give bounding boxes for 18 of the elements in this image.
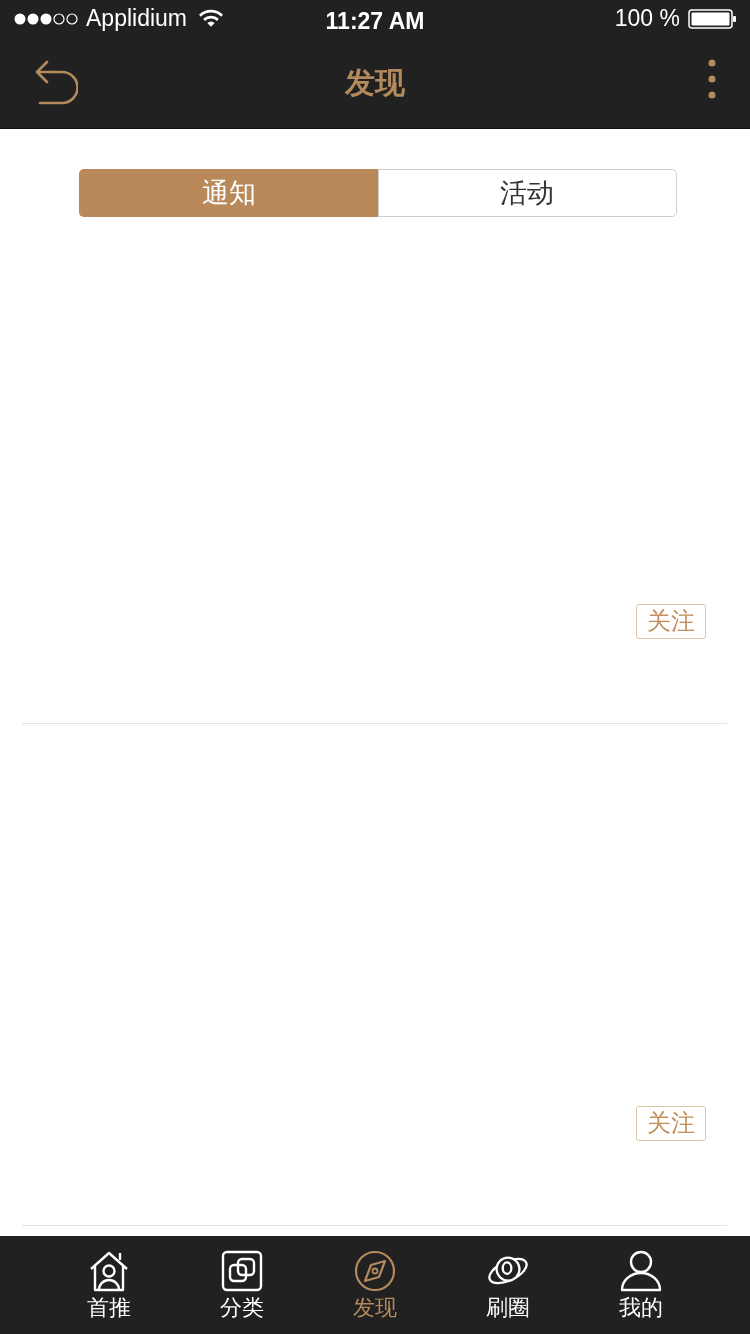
battery-percent: 100 % — [614, 4, 680, 34]
tab-bar-item[interactable]: 首推 — [42, 1236, 176, 1334]
carrier-name: Applidium — [86, 4, 187, 34]
tab-bar-item[interactable]: 分类 — [175, 1236, 309, 1334]
page-title: 发现 — [345, 65, 405, 101]
more-options-icon[interactable] — [708, 58, 716, 99]
wifi-icon — [199, 9, 223, 28]
category-icon — [220, 1250, 263, 1292]
status-time: 11:27 AM — [325, 7, 425, 36]
segment-tab[interactable]: 活动 — [377, 169, 677, 217]
battery-icon — [688, 8, 736, 29]
compass-icon — [354, 1250, 396, 1292]
person-icon — [620, 1250, 663, 1292]
back-icon[interactable] — [34, 59, 78, 106]
tab-bar-item[interactable]: 我的 — [574, 1236, 708, 1334]
signal-icon — [14, 12, 78, 25]
tab-bar-item[interactable]: 发现 — [308, 1236, 442, 1334]
tab-bar-item[interactable]: 刷圈 — [441, 1236, 575, 1334]
